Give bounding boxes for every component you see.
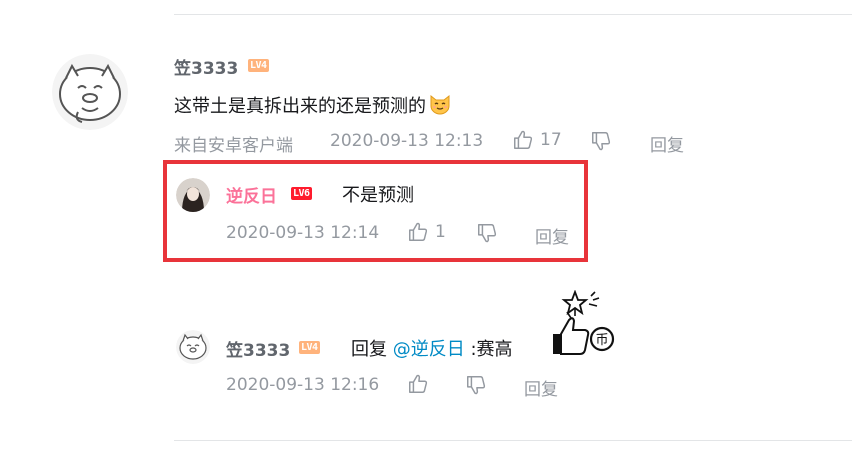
level-badge: LV4 xyxy=(299,341,320,354)
reply-avatar[interactable] xyxy=(176,330,210,364)
thumb-down-icon xyxy=(478,224,497,243)
like-button[interactable]: 17 xyxy=(512,129,562,151)
reply-username[interactable]: 笠3333 xyxy=(226,336,290,361)
comment-time: 2020-09-13 12:13 xyxy=(330,131,484,151)
bottom-divider xyxy=(174,440,852,441)
svg-text:币: 币 xyxy=(595,333,608,348)
thumbs-up-coin-sticker-icon: 币 xyxy=(545,289,617,360)
thumb-down-icon xyxy=(467,376,486,395)
comment-source: 来自安卓客户端 xyxy=(174,136,293,156)
mention-link[interactable]: @逆反日 xyxy=(393,339,465,360)
dislike-button[interactable] xyxy=(465,374,487,396)
like-button[interactable]: 1 xyxy=(407,221,446,243)
reply-time: 2020-09-13 12:16 xyxy=(226,375,380,395)
top-divider xyxy=(174,14,852,15)
reply-button[interactable]: 回复 xyxy=(524,375,558,400)
like-count: 1 xyxy=(435,222,446,242)
username[interactable]: 笠3333 xyxy=(174,54,238,79)
thumb-up-icon xyxy=(409,222,428,241)
comment-text: 这带土是真拆出来的还是预测的 xyxy=(174,92,452,121)
reply-text-content: :赛高 xyxy=(470,339,513,360)
comment-text-content: 这带土是真拆出来的还是预测的 xyxy=(174,96,426,117)
thumb-up-icon xyxy=(409,374,428,393)
like-button[interactable] xyxy=(407,373,429,395)
thumb-up-icon xyxy=(514,130,533,149)
reply-avatar[interactable] xyxy=(176,178,210,212)
level-badge: LV4 xyxy=(248,59,269,72)
level-badge: LV6 xyxy=(291,187,312,200)
reply-text: 回复 @逆反日 :赛高 xyxy=(351,335,513,361)
like-count: 17 xyxy=(540,130,562,150)
highlight-box xyxy=(163,160,588,262)
thumb-down-icon xyxy=(592,132,611,151)
reply-time: 2020-09-13 12:14 xyxy=(226,223,380,243)
reply-text: 不是预测 xyxy=(342,185,414,206)
reply-button[interactable]: 回复 xyxy=(650,131,684,156)
reply-button[interactable]: 回复 xyxy=(535,223,569,248)
reply-username[interactable]: 逆反日 xyxy=(226,182,277,207)
avatar[interactable] xyxy=(52,54,128,130)
reply-prefix: 回复 xyxy=(351,339,387,360)
cat-emoji-icon xyxy=(428,92,452,121)
dislike-button[interactable] xyxy=(476,222,498,244)
dislike-button[interactable] xyxy=(590,130,612,152)
